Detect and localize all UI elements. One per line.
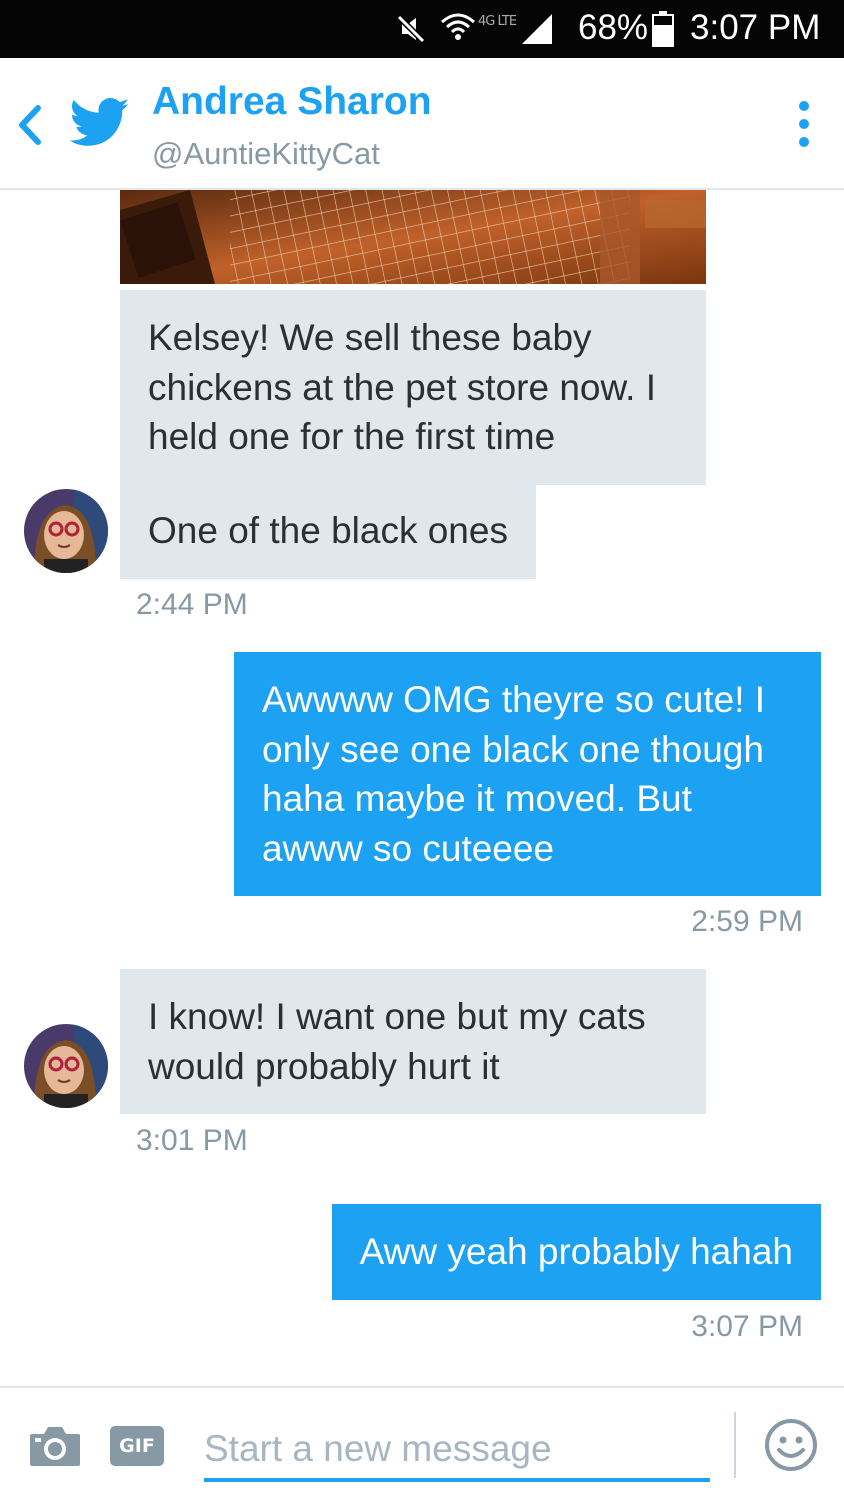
avatar[interactable] [24, 1024, 108, 1108]
message-input[interactable] [204, 1420, 710, 1482]
conversation-header: Andrea Sharon @AuntieKittyCat [0, 58, 844, 190]
message-bubble-incoming[interactable]: I know! I want one but my cats would pro… [120, 969, 706, 1114]
message-bubble-outgoing[interactable]: Awwww OMG theyre so cute! I only see one… [234, 652, 821, 896]
gif-button[interactable]: GIF [110, 1426, 164, 1466]
message-timestamp: 3:07 PM [691, 1310, 803, 1343]
message-timestamp: 2:59 PM [691, 905, 803, 938]
message-bubble-outgoing[interactable]: Aww yeah probably hahah [331, 1204, 821, 1300]
twitter-bird-icon [69, 98, 130, 152]
status-time: 3:07 PM [690, 8, 821, 47]
message-bubble-incoming[interactable]: Kelsey! We sell these baby chickens at t… [120, 290, 706, 485]
message-bubble-incoming[interactable]: One of the black ones [120, 483, 536, 579]
message-composer: GIF [0, 1386, 844, 1500]
message-timestamp: 3:01 PM [136, 1124, 248, 1157]
battery-percent: 68% [578, 8, 649, 47]
mute-icon [396, 14, 426, 48]
network-type: 4G LTE [478, 14, 517, 29]
more-options-icon[interactable] [788, 96, 820, 156]
status-bar: 4G LTE 68% 3:07 PM [0, 0, 844, 58]
message-timestamp: 2:44 PM [136, 588, 248, 621]
contact-name[interactable]: Andrea Sharon [152, 80, 432, 124]
composer-divider [734, 1412, 736, 1478]
shared-photo[interactable] [120, 190, 706, 284]
camera-icon[interactable] [28, 1424, 82, 1472]
signal-icon [520, 12, 554, 50]
back-icon[interactable] [12, 100, 48, 150]
wifi-icon [440, 12, 476, 48]
contact-handle[interactable]: @AuntieKittyCat [152, 136, 380, 172]
emoji-icon[interactable] [764, 1418, 818, 1476]
battery-icon [652, 11, 674, 51]
avatar[interactable] [24, 489, 108, 573]
